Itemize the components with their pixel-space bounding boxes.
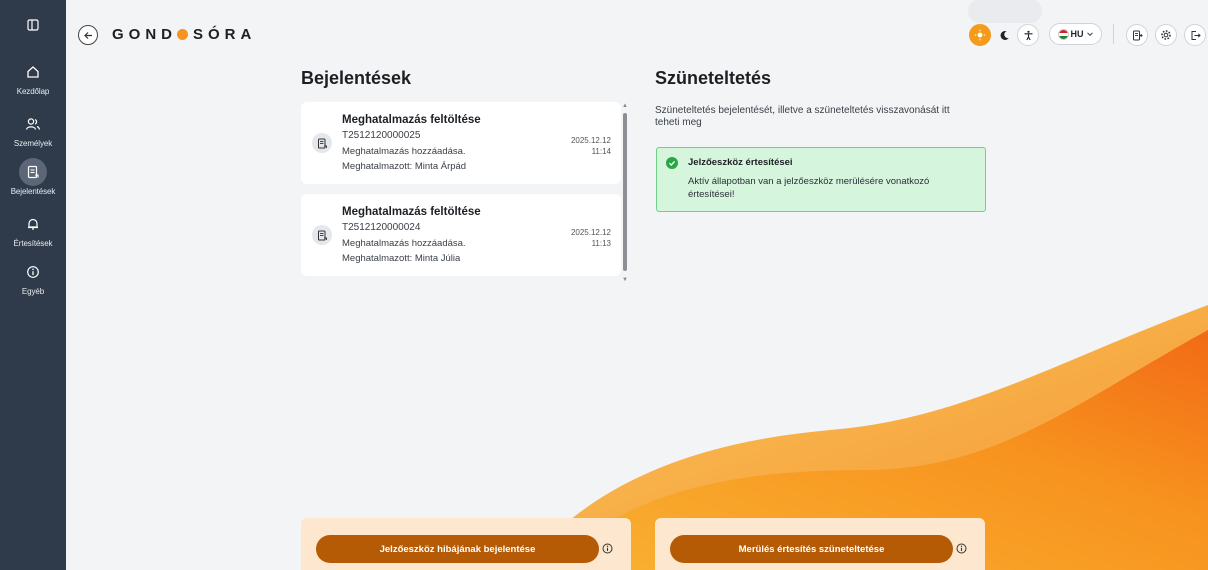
sidebar-item-label: Kezdőlap [16,87,50,96]
info-icon[interactable] [602,543,613,554]
logout-button[interactable] [1184,24,1206,46]
report-title: Meghatalmazás feltöltése [342,114,481,126]
users-icon [19,110,47,138]
accessibility-button[interactable] [1017,24,1039,46]
sidebar-item-home[interactable]: Kezdőlap [0,58,66,96]
success-alert: Jelzőeszköz értesítései Aktív állapotban… [656,147,986,212]
accessibility-icon [1024,30,1032,40]
report-card[interactable]: Meghatalmazás feltöltése T2512120000024 … [301,194,621,276]
alert-text: Aktív állapotban van a jelzőeszköz merül… [688,176,930,200]
report-id: T2512120000025 [342,130,421,141]
report-timestamp: 2025.12.12 11:14 [571,135,611,157]
report-timestamp: 2025.12.12 11:13 [571,227,611,249]
reports-heading: Bejelentések [301,68,412,88]
export-button[interactable] [1126,24,1148,46]
report-time: 11:14 [591,147,611,156]
sidebar-item-reports[interactable]: Bejelentések [0,158,66,196]
app-logo: GOND SÓRA [112,26,256,43]
report-description: Meghatalmazás hozzáadása. [342,146,466,157]
report-description: Meghatalmazás hozzáadása. [342,238,466,249]
suspend-notification-panel: Merülés értesítés szüneteltetése [655,518,985,570]
logo-text-part2: SÓRA [193,26,257,43]
light-mode-button[interactable] [969,24,991,46]
document-export-icon [1132,30,1143,40]
document-icon [19,158,47,186]
document-icon [312,225,332,245]
report-id: T2512120000024 [342,222,421,233]
report-date: 2025.12.12 [570,136,611,145]
sun-icon [974,29,986,41]
sidebar-item-label: Bejelentések [10,187,56,196]
suspension-description: Szüneteltetés bejelentését, illetve a sz… [655,105,950,128]
report-device-fault-button[interactable]: Jelzőeszköz hibájának bejelentése [316,535,599,563]
logo-dot [177,29,188,40]
moon-icon [1000,30,1009,40]
theme-toggle-group [968,0,1042,23]
sidebar-item-label: Személyek [13,139,53,148]
sidebar-toggle-icon[interactable] [22,14,44,36]
logo-text-part1: GOND [112,26,177,43]
report-time: 11:13 [591,239,611,248]
document-icon [312,133,332,153]
sidebar-item-label: Egyéb [21,287,45,296]
sidebar-item-notifications[interactable]: Értesítések [0,210,66,248]
arrow-left-icon [83,31,92,39]
report-proxy: Meghatalmazott: Minta Árpád [342,161,467,172]
sidebar-item-label: Értesítések [13,239,53,248]
scroll-up-arrow[interactable]: ▲ [622,103,628,109]
home-icon [19,58,47,86]
scrollbar-thumb[interactable] [623,113,627,271]
report-proxy: Meghatalmazott: Minta Júlia [342,253,461,264]
decorative-wave-background [520,305,1208,570]
topbar-divider [1113,24,1114,44]
language-label: HU [1070,29,1084,39]
info-icon [19,258,47,286]
sidebar-item-other[interactable]: Egyéb [0,258,66,296]
alert-title: Jelzőeszköz értesítései [688,157,793,168]
report-date: 2025.12.12 [570,228,611,237]
hungarian-flag-icon [1057,28,1069,40]
bell-icon [19,210,47,238]
report-title: Meghatalmazás feltöltése [342,206,481,218]
suspend-battery-notification-button[interactable]: Merülés értesítés szüneteltetése [670,535,953,563]
suspension-heading: Szüneteltetés [655,68,772,88]
report-fault-panel: Jelzőeszköz hibájának bejelentése [301,518,631,570]
logout-icon [1191,30,1201,40]
sidebar-item-persons[interactable]: Személyek [0,110,66,148]
report-card[interactable]: Meghatalmazás feltöltése T2512120000025 … [301,102,621,184]
check-circle-icon [666,157,678,169]
language-selector[interactable]: HU [1049,23,1102,45]
gear-icon [1161,30,1171,40]
dark-mode-button[interactable] [993,24,1015,46]
back-button[interactable] [78,25,98,45]
sidebar: Kezdőlap Személyek Bejelentések Értesíté… [0,0,66,570]
scroll-down-arrow[interactable]: ▼ [622,277,628,283]
settings-button[interactable] [1155,24,1177,46]
info-icon[interactable] [956,543,967,554]
chevron-down-icon [1086,32,1093,37]
